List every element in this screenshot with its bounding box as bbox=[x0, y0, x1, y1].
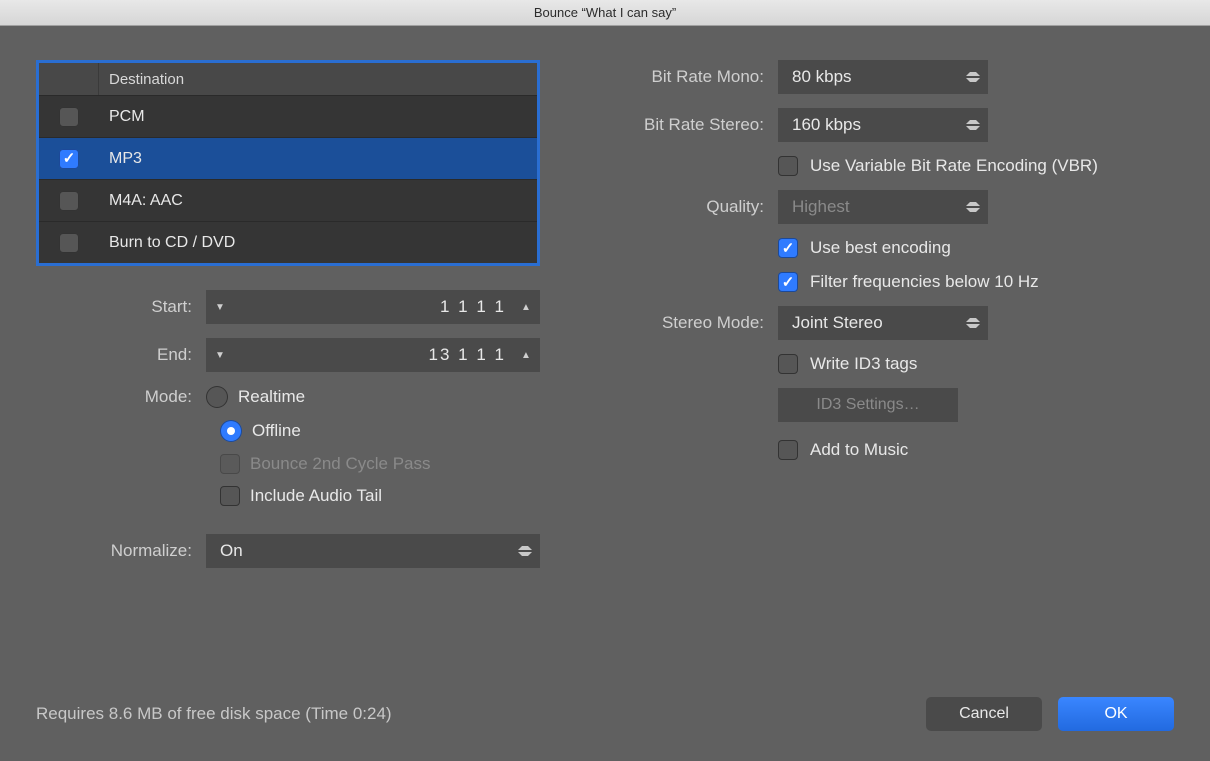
start-stepper[interactable]: ▼ 1 1 1 1 ▲ bbox=[206, 290, 540, 324]
normalize-label: Normalize: bbox=[36, 541, 206, 561]
bitrate-stereo-select[interactable]: 160 kbps bbox=[778, 108, 988, 142]
stereo-mode-select[interactable]: Joint Stereo bbox=[778, 306, 988, 340]
stereo-mode-label: Stereo Mode: bbox=[574, 313, 778, 333]
destination-row-burn[interactable]: Burn to CD / DVD bbox=[39, 221, 537, 263]
ok-label: OK bbox=[1104, 705, 1127, 723]
destination-header-spacer bbox=[39, 63, 99, 95]
best-encoding-checkbox[interactable] bbox=[778, 238, 798, 258]
mode-label: Mode: bbox=[36, 387, 206, 407]
best-encoding-label: Use best encoding bbox=[810, 238, 951, 258]
ok-button[interactable]: OK bbox=[1058, 697, 1174, 731]
normalize-select[interactable]: On bbox=[206, 534, 540, 568]
end-increment-icon[interactable]: ▲ bbox=[512, 338, 540, 372]
vbr-label: Use Variable Bit Rate Encoding (VBR) bbox=[810, 156, 1098, 176]
start-decrement-icon[interactable]: ▼ bbox=[206, 290, 234, 324]
destination-header-row: Destination bbox=[39, 63, 537, 95]
add-to-music-checkbox[interactable] bbox=[778, 440, 798, 460]
id3-settings-button: ID3 Settings… bbox=[778, 388, 958, 422]
chevron-updown-icon bbox=[518, 534, 532, 568]
destination-row-mp3[interactable]: MP3 bbox=[39, 137, 537, 179]
write-id3-label: Write ID3 tags bbox=[810, 354, 917, 374]
destination-label-burn: Burn to CD / DVD bbox=[99, 234, 235, 252]
chevron-updown-icon bbox=[966, 60, 980, 94]
include-tail-label: Include Audio Tail bbox=[250, 486, 382, 506]
start-label: Start: bbox=[36, 297, 206, 317]
end-value: 13 1 1 1 bbox=[234, 345, 512, 365]
bounce-2nd-checkbox bbox=[220, 454, 240, 474]
window-title: Bounce “What I can say” bbox=[0, 0, 1210, 26]
destination-row-pcm[interactable]: PCM bbox=[39, 95, 537, 137]
destination-checkbox-pcm[interactable] bbox=[59, 107, 79, 127]
destination-header-label: Destination bbox=[99, 71, 184, 88]
bitrate-stereo-label: Bit Rate Stereo: bbox=[574, 115, 778, 135]
filter-freq-label: Filter frequencies below 10 Hz bbox=[810, 272, 1039, 292]
end-stepper[interactable]: ▼ 13 1 1 1 ▲ bbox=[206, 338, 540, 372]
mode-offline-label: Offline bbox=[252, 421, 301, 441]
chevron-updown-icon bbox=[966, 306, 980, 340]
mode-offline-radio[interactable] bbox=[220, 420, 242, 442]
bitrate-mono-select[interactable]: 80 kbps bbox=[778, 60, 988, 94]
disk-space-status: Requires 8.6 MB of free disk space (Time… bbox=[36, 704, 392, 724]
stereo-mode-value: Joint Stereo bbox=[792, 313, 883, 333]
destination-table: Destination PCM MP3 M4A: AAC Burn to CD … bbox=[36, 60, 540, 266]
end-decrement-icon[interactable]: ▼ bbox=[206, 338, 234, 372]
mode-realtime-label: Realtime bbox=[238, 387, 305, 407]
destination-checkbox-m4a[interactable] bbox=[59, 191, 79, 211]
quality-label: Quality: bbox=[574, 197, 778, 217]
bitrate-mono-value: 80 kbps bbox=[792, 67, 852, 87]
destination-row-m4a[interactable]: M4A: AAC bbox=[39, 179, 537, 221]
start-increment-icon[interactable]: ▲ bbox=[512, 290, 540, 324]
quality-value: Highest bbox=[792, 197, 850, 217]
bitrate-stereo-value: 160 kbps bbox=[792, 115, 861, 135]
include-tail-checkbox[interactable] bbox=[220, 486, 240, 506]
start-value: 1 1 1 1 bbox=[234, 297, 512, 317]
cancel-button[interactable]: Cancel bbox=[926, 697, 1042, 731]
destination-label-pcm: PCM bbox=[99, 108, 145, 126]
filter-freq-checkbox[interactable] bbox=[778, 272, 798, 292]
destination-label-mp3: MP3 bbox=[99, 150, 142, 168]
destination-label-m4a: M4A: AAC bbox=[99, 192, 183, 210]
id3-settings-label: ID3 Settings… bbox=[816, 396, 919, 414]
vbr-checkbox[interactable] bbox=[778, 156, 798, 176]
chevron-updown-icon bbox=[966, 190, 980, 224]
cancel-label: Cancel bbox=[959, 705, 1009, 723]
add-to-music-label: Add to Music bbox=[810, 440, 908, 460]
write-id3-checkbox[interactable] bbox=[778, 354, 798, 374]
destination-checkbox-mp3[interactable] bbox=[59, 149, 79, 169]
normalize-value: On bbox=[220, 541, 243, 561]
chevron-updown-icon bbox=[966, 108, 980, 142]
destination-checkbox-burn[interactable] bbox=[59, 233, 79, 253]
mode-realtime-radio[interactable] bbox=[206, 386, 228, 408]
bounce-2nd-label: Bounce 2nd Cycle Pass bbox=[250, 454, 431, 474]
end-label: End: bbox=[36, 345, 206, 365]
quality-select: Highest bbox=[778, 190, 988, 224]
bitrate-mono-label: Bit Rate Mono: bbox=[574, 67, 778, 87]
